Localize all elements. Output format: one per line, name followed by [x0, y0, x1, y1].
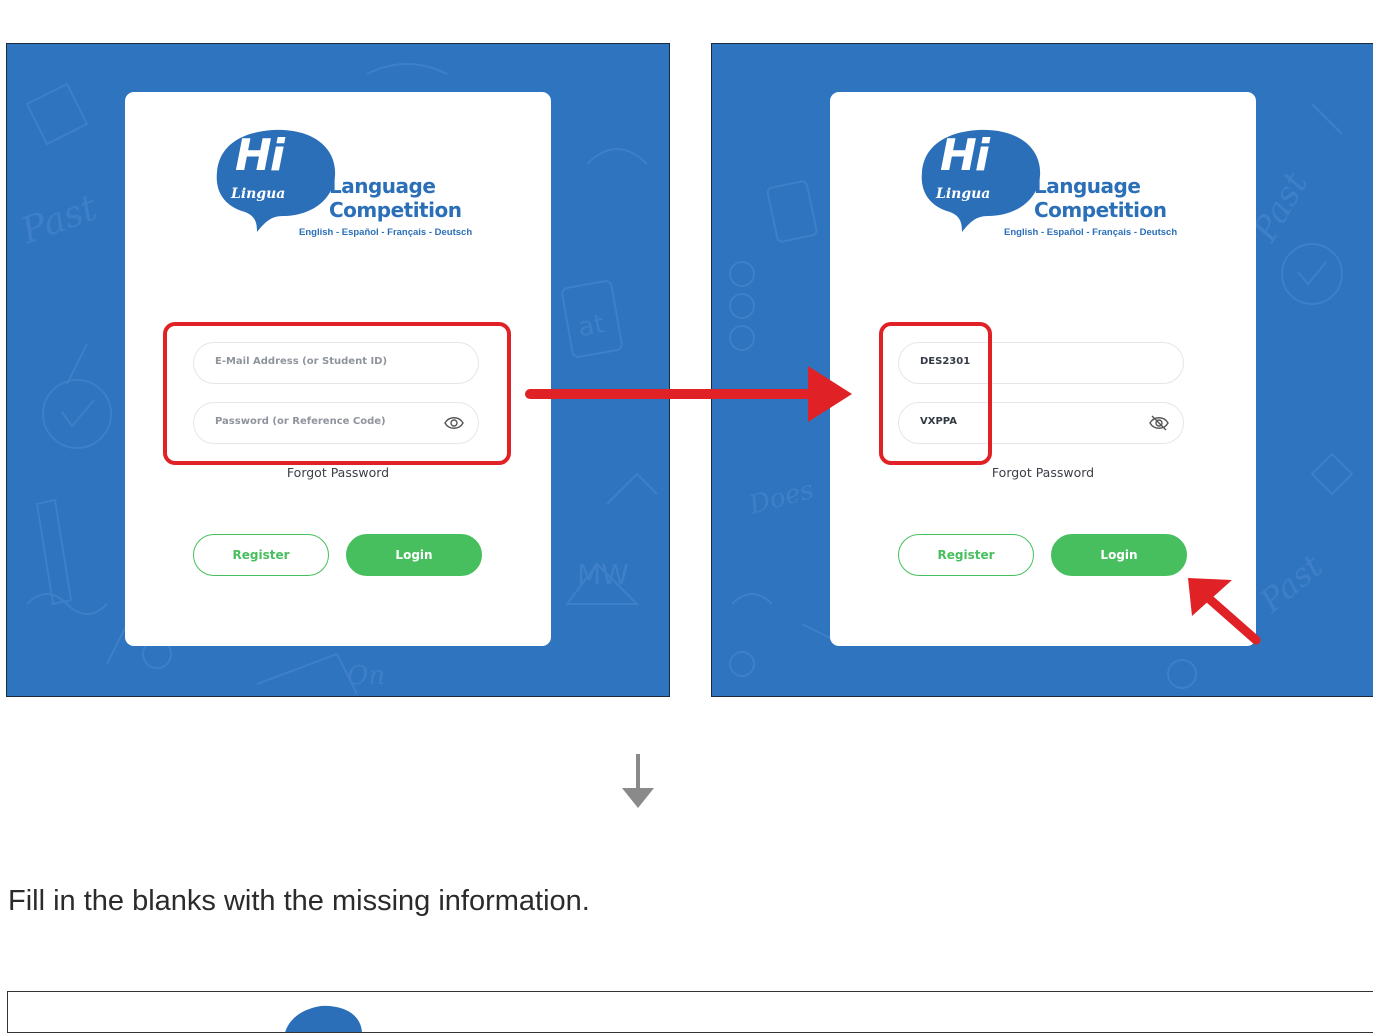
svg-text:Past: Past	[1252, 547, 1330, 621]
logo-lingua: Lingua	[231, 186, 286, 202]
login-button[interactable]: Login	[346, 534, 482, 576]
svg-text:at: at	[576, 309, 607, 343]
logo-lingua: Lingua	[936, 186, 991, 202]
logo-title-language: Language	[1034, 174, 1141, 198]
login-button[interactable]: Login	[1051, 534, 1187, 576]
hi-lingua-logo-partial	[285, 1005, 362, 1032]
register-button[interactable]: Register	[898, 534, 1034, 576]
login-screen-filled: Past Does Past Hi Lingua Language Compet…	[711, 43, 1373, 697]
highlight-box-left-fields	[163, 322, 511, 465]
svg-text:Past: Past	[15, 187, 103, 252]
logo-hi: Hi	[235, 130, 285, 181]
forgot-password-link[interactable]: Forgot Password	[125, 465, 551, 480]
hi-lingua-logo: Hi Lingua Language Competition English -…	[213, 126, 473, 246]
logo-hi: Hi	[940, 130, 990, 181]
logo-languages: English - Español - Français - Deutsch	[299, 227, 473, 238]
logo-title-competition: Competition	[1034, 198, 1167, 222]
highlight-box-right-fields	[879, 322, 992, 465]
svg-text:On: On	[347, 661, 385, 691]
logo-title-language: Language	[329, 174, 436, 198]
register-button[interactable]: Register	[193, 534, 329, 576]
instruction-text: Fill in the blanks with the missing info…	[8, 885, 590, 917]
svg-text:Does: Does	[745, 475, 817, 521]
hi-lingua-logo: Hi Lingua Language Competition English -…	[918, 126, 1178, 246]
forgot-password-link[interactable]: Forgot Password	[830, 465, 1256, 480]
bottom-answer-box	[7, 991, 1373, 1033]
svg-text:MW: MW	[577, 558, 629, 591]
eye-off-icon[interactable]	[1149, 415, 1169, 431]
down-arrow-icon	[622, 754, 654, 808]
logo-languages: English - Español - Français - Deutsch	[1004, 227, 1178, 238]
logo-title-competition: Competition	[329, 198, 462, 222]
